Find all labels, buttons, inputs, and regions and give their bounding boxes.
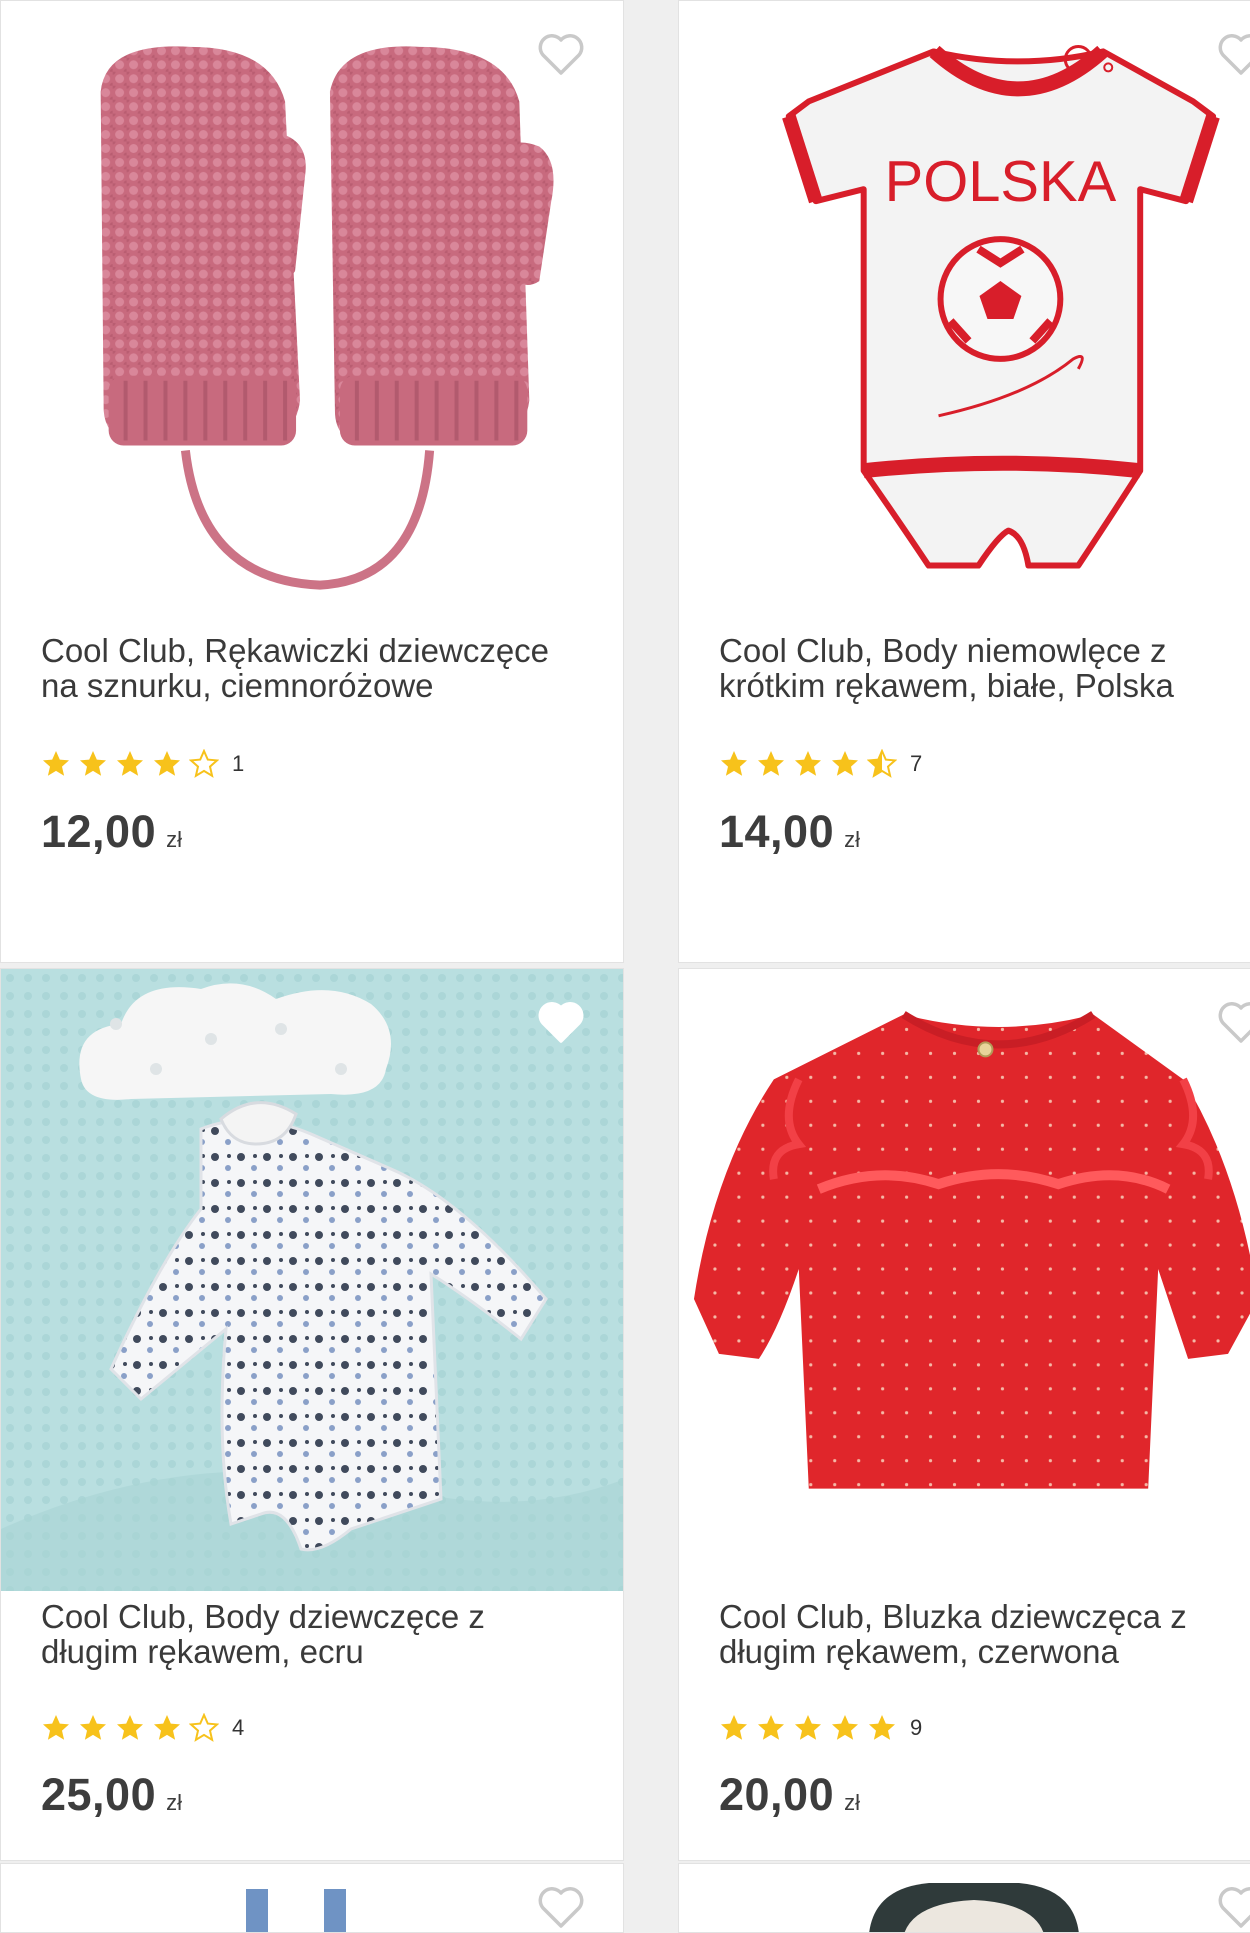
star-filled-icon [832,751,858,776]
product-rating: 9 [719,1713,922,1743]
product-image-hooded-jacket[interactable] [859,1878,1089,1933]
product-price: 20,00 zł [719,1769,860,1821]
star-filled-icon [154,1715,180,1740]
print-text: POLSKA [885,150,1117,214]
price-value: 20,00 [719,1769,835,1820]
star-filled-icon [832,1715,858,1740]
price-currency: zł [166,827,183,852]
product-title[interactable]: Cool Club, Rękawiczki dziewczęce na sznu… [41,633,581,703]
favorite-heart-icon[interactable] [535,999,587,1045]
favorite-heart-icon[interactable] [1215,1884,1250,1930]
star-filled-icon [869,1715,895,1740]
star-half-icon [867,749,897,778]
rating-count: 4 [232,1715,245,1740]
star-filled-icon [721,751,747,776]
price-value: 12,00 [41,806,157,857]
star-filled-icon [154,751,180,776]
product-image-denim[interactable] [241,1884,351,1933]
star-outline-icon [189,1713,219,1742]
price-value: 14,00 [719,806,835,857]
product-price: 12,00 zł [41,806,182,858]
product-title[interactable]: Cool Club, Body dziewczęce z długim ręka… [41,1599,581,1669]
product-rating: 7 [719,749,922,779]
product-price: 25,00 zł [41,1769,182,1821]
favorite-heart-icon[interactable] [1215,31,1250,77]
rating-count: 7 [910,751,923,776]
star-filled-icon [795,1715,821,1740]
product-card[interactable] [0,1863,624,1933]
favorite-heart-icon[interactable] [535,31,587,77]
product-image-ecru-body[interactable] [1,969,624,1591]
star-filled-icon [117,751,143,776]
star-filled-icon [758,751,784,776]
product-rating: 4 [41,1713,244,1743]
star-filled-icon [43,751,69,776]
product-rating: 1 [41,749,244,779]
favorite-heart-icon[interactable] [1215,999,1250,1045]
star-filled-icon [80,751,106,776]
favorite-heart-icon[interactable] [535,1884,587,1930]
rating-count: 9 [910,1715,923,1740]
price-value: 25,00 [41,1769,157,1820]
product-card[interactable]: Cool Club, Bluzka dziewczęca z długim rę… [678,968,1250,1861]
rating-count: 1 [232,751,245,776]
product-title[interactable]: Cool Club, Bluzka dziewczęca z długim rę… [719,1599,1219,1669]
product-card[interactable]: Cool Club, Rękawiczki dziewczęce na sznu… [0,0,624,963]
product-card[interactable] [678,1863,1250,1933]
price-currency: zł [166,1790,183,1815]
star-outline-icon [189,749,219,778]
product-image-mittens[interactable] [1,1,623,601]
product-title[interactable]: Cool Club, Body niemowlęce z krótkim ręk… [719,633,1219,703]
star-filled-icon [795,751,821,776]
star-filled-icon [721,1715,747,1740]
star-filled-icon [80,1715,106,1740]
product-image-red-blouse[interactable] [679,969,1250,1591]
product-card[interactable]: Cool Club, Body dziewczęce z długim ręka… [0,968,624,1861]
star-filled-icon [117,1715,143,1740]
star-filled-icon [758,1715,784,1740]
price-currency: zł [844,1790,861,1815]
product-price: 14,00 zł [719,806,860,858]
price-currency: zł [844,827,861,852]
product-card[interactable]: POLSKA Cool Club, Body niemowlęce z krót… [678,0,1250,963]
star-filled-icon [43,1715,69,1740]
product-image-polska-body[interactable]: POLSKA [679,1,1250,601]
